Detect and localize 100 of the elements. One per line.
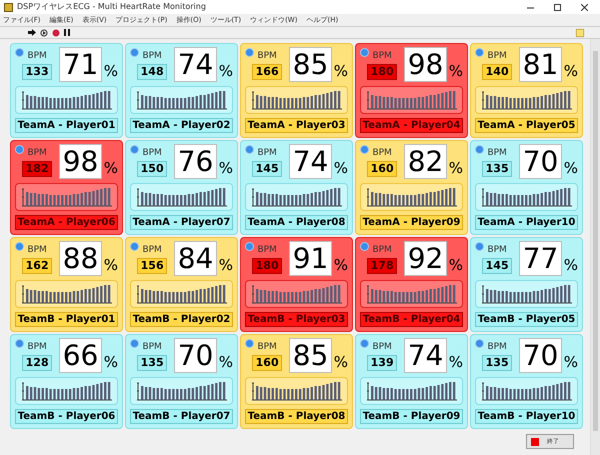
status-led (130, 339, 139, 348)
player-name: TeamB - Player07 (130, 409, 233, 424)
bpm-value: 139 (367, 355, 398, 371)
status-led (245, 48, 254, 57)
bpm-value: 180 (252, 258, 282, 274)
percent-unit: % (218, 354, 233, 371)
bpm-label: BPM (257, 342, 277, 353)
maximize-icon[interactable] (554, 4, 561, 10)
bpm-value: 166 (252, 64, 282, 80)
percent-unit: % (104, 354, 118, 371)
bpm-label: BPM (257, 245, 277, 256)
bpm-value: 156 (137, 258, 168, 274)
bpm-label: BPM (487, 245, 507, 256)
status-led (245, 242, 254, 251)
percent-unit: % (218, 257, 233, 274)
percent-value: 82 (404, 144, 447, 179)
bpm-label: BPM (27, 51, 47, 62)
bpm-value: 160 (367, 161, 398, 177)
player-name: TeamA - Player04 (360, 118, 463, 133)
bpm-label: BPM (27, 148, 47, 159)
window-title: DSPワイヤレスECG - Multi HeartRate Monitoring (17, 2, 206, 12)
percent-value: 81 (519, 47, 562, 82)
percent-value: 98 (404, 47, 447, 82)
player-name: TeamA - Player09 (360, 215, 463, 230)
bpm-value: 160 (252, 355, 282, 371)
bpm-value: 182 (22, 161, 52, 177)
status-led (475, 145, 484, 154)
status-led (475, 242, 484, 251)
status-led (15, 339, 24, 348)
player-name: TeamA - Player06 (15, 215, 118, 230)
percent-value: 66 (59, 338, 102, 373)
percent-value: 88 (59, 241, 102, 276)
percent-unit: % (564, 257, 578, 274)
percent-value: 76 (174, 144, 217, 179)
percent-unit: % (448, 257, 463, 274)
percent-value: 84 (174, 241, 217, 276)
percent-unit: % (218, 160, 233, 177)
pause-icon[interactable] (64, 29, 70, 36)
percent-value: 98 (59, 144, 102, 179)
player-name: TeamB - Player10 (475, 409, 578, 424)
bpm-value: 135 (482, 355, 512, 371)
player-name: TeamB - Player01 (15, 312, 118, 327)
run-arrow-icon[interactable] (28, 29, 36, 36)
percent-unit: % (104, 63, 118, 80)
player-name: TeamA - Player07 (130, 215, 233, 230)
player-name: TeamB - Player09 (360, 409, 463, 424)
status-led (360, 339, 369, 348)
percent-value: 85 (289, 338, 332, 373)
player-name: TeamB - Player08 (245, 409, 348, 424)
percent-unit: % (218, 63, 233, 80)
status-led (245, 145, 254, 154)
player-name: TeamA - Player01 (15, 118, 118, 133)
bpm-value: 178 (367, 258, 398, 274)
close-icon[interactable] (581, 4, 588, 10)
bpm-value: 140 (482, 64, 512, 80)
percent-unit: % (334, 160, 348, 177)
percent-unit: % (104, 160, 118, 177)
player-name: TeamB - Player05 (475, 312, 578, 327)
bpm-label: BPM (487, 148, 507, 159)
percent-unit: % (564, 63, 578, 80)
percent-unit: % (104, 257, 118, 274)
bpm-label: BPM (257, 51, 277, 62)
status-led (15, 48, 24, 57)
bpm-label: BPM (27, 245, 47, 256)
player-name: TeamA - Player03 (245, 118, 348, 133)
bpm-value: 150 (137, 161, 168, 177)
bpm-value: 135 (482, 161, 512, 177)
percent-unit: % (448, 354, 463, 371)
percent-unit: % (448, 160, 463, 177)
abort-icon[interactable] (52, 28, 60, 36)
status-led (245, 339, 254, 348)
bpm-label: BPM (27, 342, 47, 353)
status-led (15, 242, 24, 251)
player-name: TeamA - Player02 (130, 118, 233, 133)
bpm-label: BPM (142, 245, 162, 256)
bpm-label: BPM (257, 148, 277, 159)
bpm-label: BPM (372, 245, 392, 256)
percent-value: 74 (404, 338, 447, 373)
bpm-label: BPM (372, 148, 392, 159)
percent-value: 92 (404, 241, 447, 276)
status-led (130, 48, 139, 57)
percent-unit: % (448, 63, 463, 80)
run-continuous-icon[interactable] (40, 28, 48, 36)
percent-value: 71 (59, 47, 102, 82)
percent-value: 74 (174, 47, 217, 82)
status-led (130, 242, 139, 251)
player-name: TeamA - Player05 (475, 118, 578, 133)
status-led (360, 242, 369, 251)
bpm-label: BPM (372, 51, 392, 62)
status-led (15, 145, 24, 154)
percent-value: 70 (519, 338, 562, 373)
player-name: TeamB - Player06 (15, 409, 118, 424)
player-name: TeamB - Player04 (360, 312, 463, 327)
percent-unit: % (334, 354, 348, 371)
percent-value: 85 (289, 47, 332, 82)
player-name: TeamA - Player08 (245, 215, 348, 230)
bpm-value: 133 (22, 64, 52, 80)
status-led (360, 48, 369, 57)
percent-unit: % (564, 160, 578, 177)
bpm-label: BPM (142, 148, 162, 159)
